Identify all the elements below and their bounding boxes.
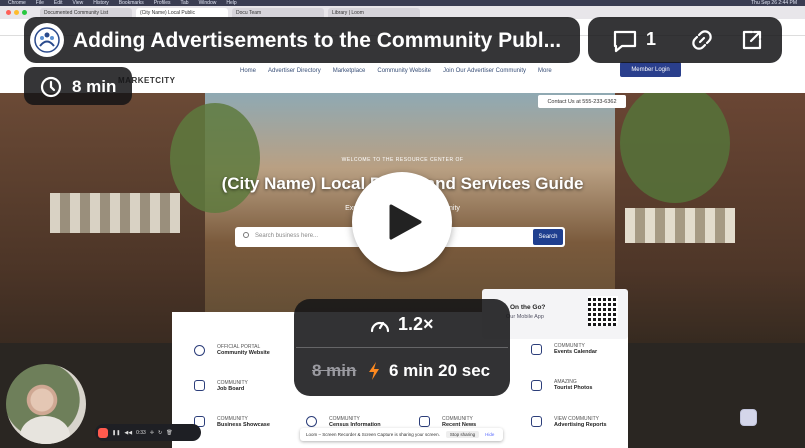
newspaper-icon	[419, 416, 430, 427]
workspace-logo	[30, 23, 64, 57]
search-icon	[243, 232, 249, 238]
stop-sharing-button[interactable]: Stop sharing	[445, 431, 480, 438]
service-events-calendar[interactable]: COMMUNITY Events Calendar	[554, 343, 597, 356]
service-tag: OFFICIAL PORTAL	[217, 344, 261, 350]
service-tag: COMMUNITY	[217, 416, 248, 422]
nav-join-advertiser[interactable]: Join Our Advertiser Community	[443, 68, 526, 74]
browser-tab[interactable]: Documented Community List	[40, 7, 132, 18]
comment-count: 1	[646, 29, 657, 49]
service-advertising-reports[interactable]: VIEW COMMUNITY Advertising Reports	[554, 416, 607, 429]
service-tag: VIEW COMMUNITY	[554, 416, 599, 422]
service-label: Advertising Reports	[554, 422, 607, 429]
hero-awning	[50, 193, 180, 233]
lightning-icon	[369, 362, 379, 380]
globe-icon	[194, 345, 205, 356]
service-label: Job Board	[217, 386, 245, 393]
drawing-icon[interactable]: ✛	[150, 430, 154, 436]
contact-badge[interactable]: Contact Us at 555-233-6362	[538, 95, 626, 108]
service-business-showcase[interactable]: COMMUNITY Business Showcase	[217, 416, 270, 429]
recording-controls: ❚❚ ◀◀ 0:33 ✛ ↻ 🗑	[95, 424, 201, 441]
browser-tab[interactable]: Docu Team	[232, 7, 324, 18]
original-duration: 8 min	[312, 361, 357, 380]
zoom-window-button[interactable]	[22, 10, 27, 15]
service-tag: COMMUNITY	[442, 416, 473, 422]
service-tag: COMMUNITY	[554, 343, 585, 349]
nav-community-website[interactable]: Community Website	[377, 68, 431, 74]
people-logo-icon	[34, 27, 60, 53]
service-tourist-photos[interactable]: AMAZING Tourist Photos	[554, 379, 592, 392]
service-label: Tourist Photos	[554, 385, 593, 392]
video-duration: 8 min	[72, 77, 117, 96]
mobile-app-title: On the Go?	[510, 304, 546, 311]
service-tag: COMMUNITY	[329, 416, 360, 422]
minimize-window-button[interactable]	[14, 10, 19, 15]
speedometer-icon	[370, 321, 390, 333]
report-icon	[531, 416, 542, 427]
service-community-website[interactable]: OFFICIAL PORTAL Community Website	[217, 344, 270, 357]
camera-icon	[531, 380, 542, 391]
mobile-app-subtitle: Our Mobile App	[506, 314, 544, 320]
nav-advertiser-directory[interactable]: Advertiser Directory	[268, 68, 321, 74]
search-button[interactable]: Search	[533, 229, 563, 245]
service-label: Business Showcase	[217, 422, 270, 429]
service-tag: AMAZING	[554, 379, 577, 385]
hide-button[interactable]: Hide	[485, 432, 494, 437]
info-icon	[306, 416, 317, 427]
presenter-avatar	[20, 416, 70, 444]
play-button[interactable]	[352, 172, 452, 272]
hero-welcome: WELCOME TO THE RESOURCE CENTER OF	[341, 157, 464, 163]
screen-sharing-banner: Loom – Screen Recorder & Screen Capture …	[300, 428, 503, 441]
link-icon[interactable]	[690, 28, 714, 52]
playback-speed: 1.2×	[398, 314, 434, 334]
video-thumbnail[interactable]: Chrome File Edit View History Bookmarks …	[0, 0, 805, 448]
site-nav: Home Advertiser Directory Marketplace Co…	[240, 68, 552, 74]
browser-tab[interactable]: Library | Loom	[328, 7, 420, 18]
calendar-icon	[531, 344, 542, 355]
browser-tab-active[interactable]: (City Name) Local Public	[136, 7, 228, 18]
megaphone-icon	[194, 380, 205, 391]
video-title[interactable]: Adding Advertisements to the Community P…	[73, 29, 573, 53]
close-window-button[interactable]	[6, 10, 11, 15]
recording-time: 0:33	[136, 429, 146, 436]
service-label: Events Calendar	[554, 349, 598, 356]
stop-recording-button[interactable]	[98, 427, 108, 438]
webcam-bubble[interactable]	[6, 364, 86, 444]
play-icon	[389, 204, 422, 240]
qr-code-overlay	[588, 296, 618, 326]
service-tag: COMMUNITY	[217, 380, 248, 386]
pause-icon[interactable]: ❚❚	[112, 430, 120, 436]
open-external-icon[interactable]	[740, 28, 764, 52]
nav-home[interactable]: Home	[240, 68, 256, 74]
search-input[interactable]: Search business here...	[255, 233, 318, 239]
nav-marketplace[interactable]: Marketplace	[333, 68, 366, 74]
member-login-button[interactable]: Member Login	[620, 62, 681, 77]
rewind-icon[interactable]: ◀◀	[124, 430, 132, 436]
window-controls	[6, 10, 27, 15]
service-job-board[interactable]: COMMUNITY Job Board	[217, 380, 248, 393]
clock-icon	[40, 76, 62, 98]
hero-awning	[625, 208, 735, 243]
accelerated-duration: 6 min 20 sec	[389, 361, 491, 380]
floating-widget-icon[interactable]	[740, 409, 757, 426]
sharing-message: Loom – Screen Recorder & Screen Capture …	[306, 432, 440, 437]
nav-more[interactable]: More	[538, 68, 552, 74]
restart-icon[interactable]: ↻	[158, 430, 162, 436]
comment-icon[interactable]	[612, 28, 638, 54]
service-label: Community Website	[217, 350, 270, 357]
divider	[296, 347, 508, 348]
delete-icon[interactable]: 🗑	[166, 430, 172, 436]
